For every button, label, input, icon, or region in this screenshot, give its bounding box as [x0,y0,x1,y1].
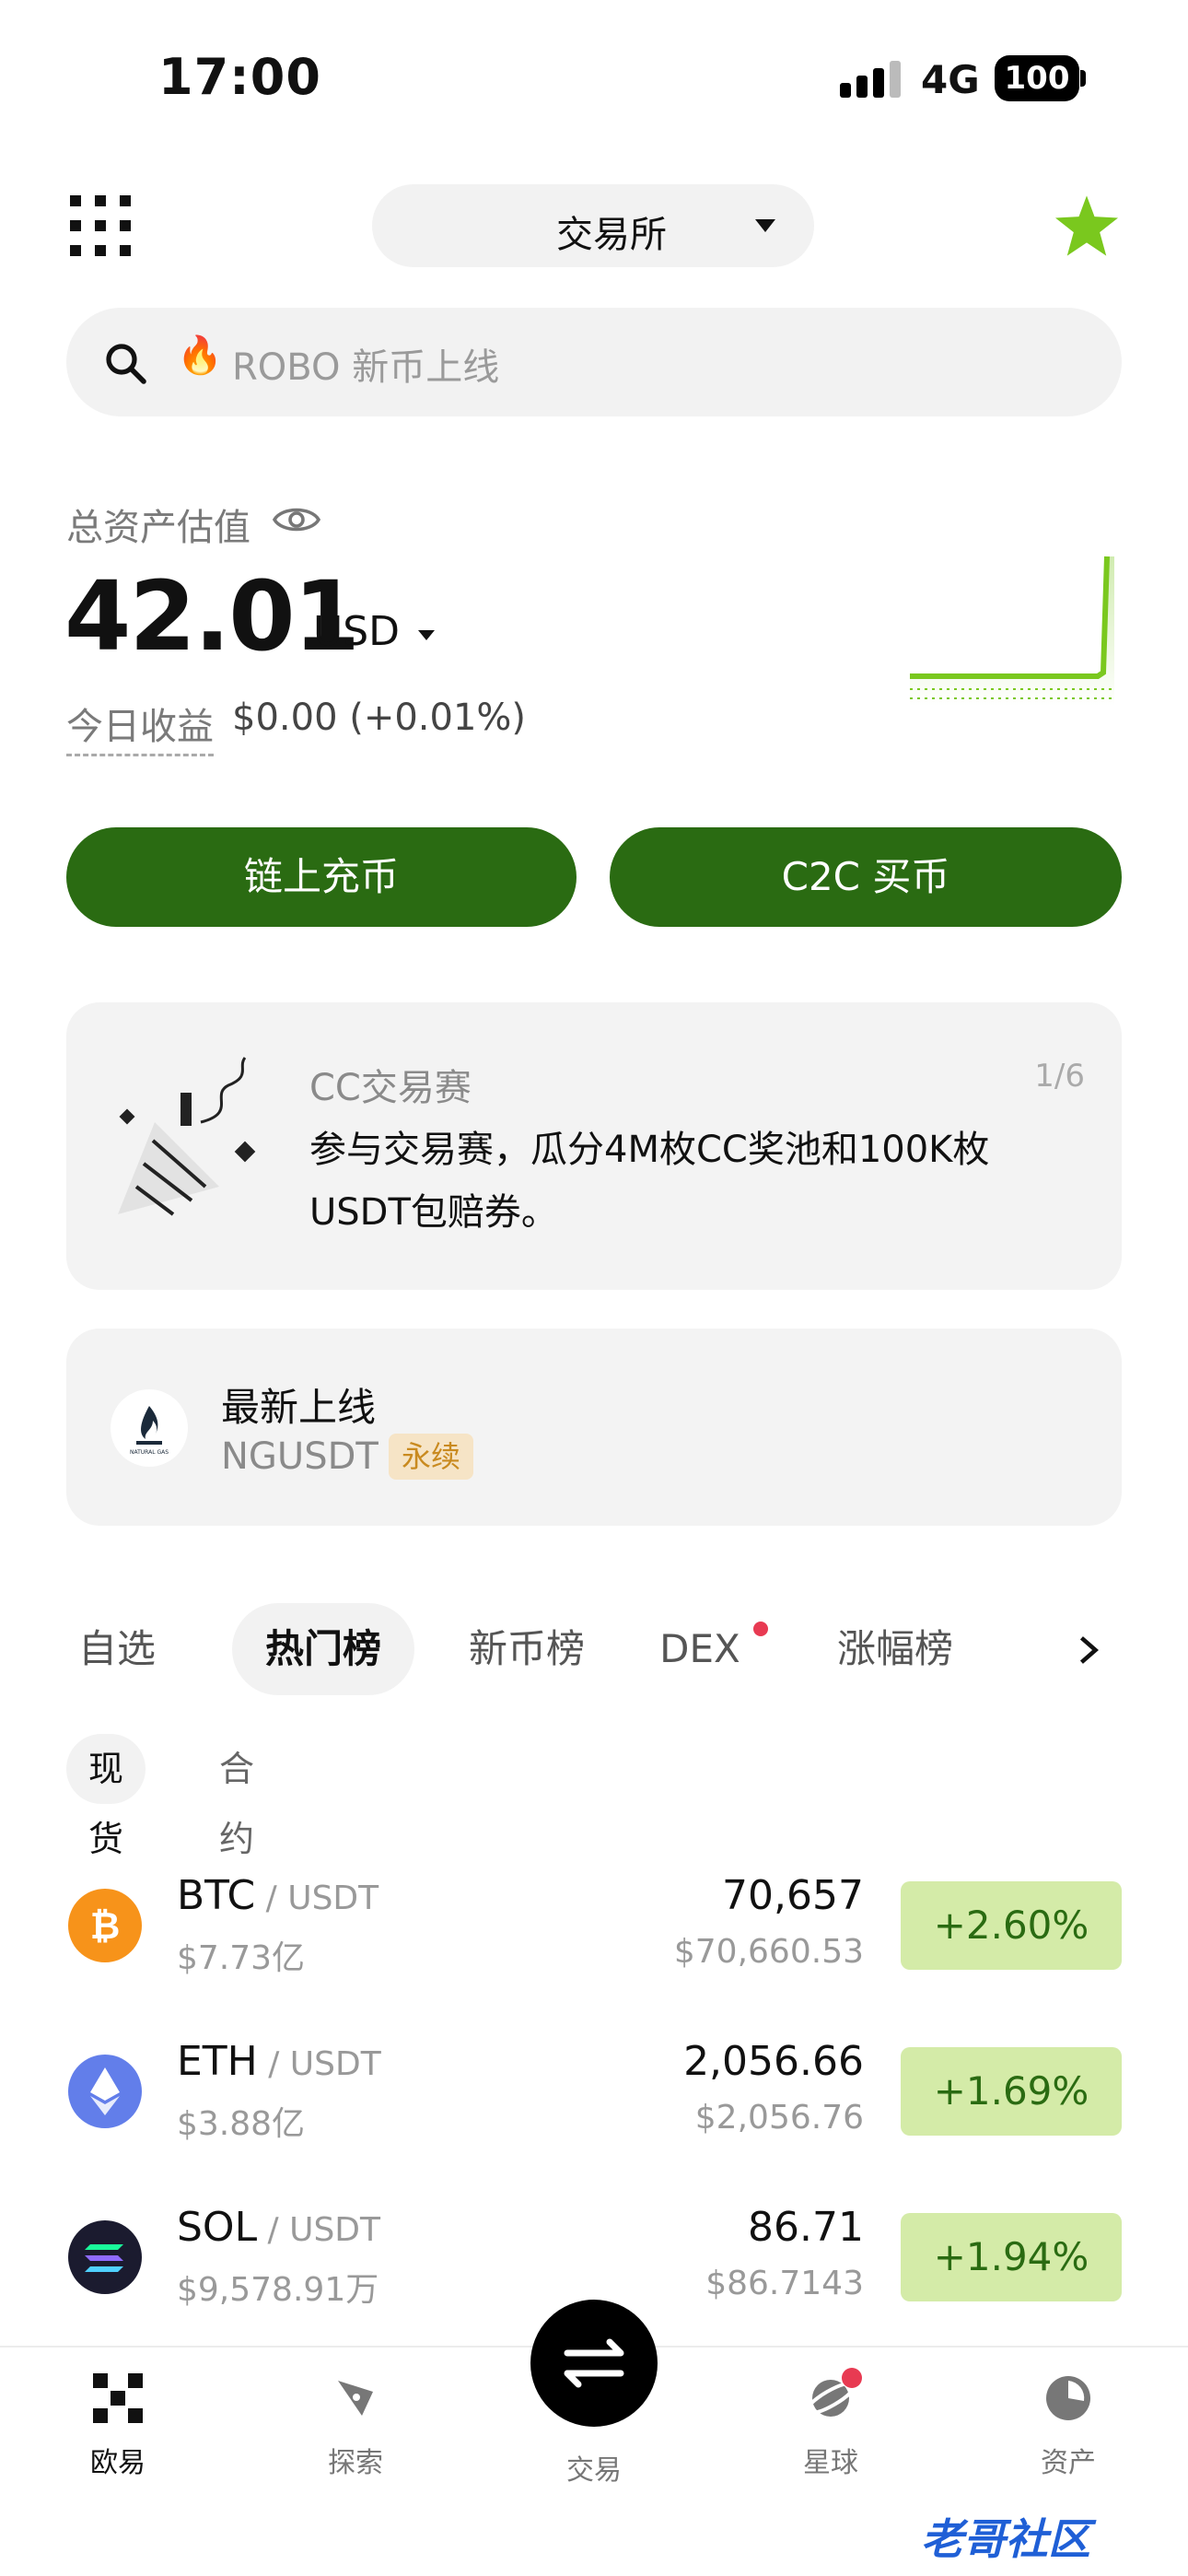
battery-icon: 100 [995,55,1079,101]
caret-down-icon[interactable] [418,630,435,640]
market-tabs: 自选 热门榜 新币榜 DEX 涨幅榜 [66,1603,1122,1695]
cellular-signal-icon [840,61,901,98]
pair-volume: $7.73亿 [177,1939,306,1977]
market-row-btc[interactable]: ₿ BTC / USDT $7.73亿 70,657 $70,660.53 +2… [66,1863,1122,1992]
pie-chart-icon [1046,2376,1090,2420]
subtab-futures[interactable]: 合约 [197,1734,276,1859]
exchange-mode-selector[interactable]: 交易所 [372,184,814,267]
eye-icon[interactable] [273,503,320,536]
search-icon [106,344,146,384]
market-row-eth[interactable]: ETH / USDT $3.88亿 2,056.66 $2,056.76 +1.… [66,2029,1122,2158]
onchain-deposit-button[interactable]: 链上充币 [66,827,577,927]
promo-title: CC交易赛 [309,1067,472,1109]
last-price: 70,657 [722,1872,864,1919]
balance-sparkline [910,556,1114,706]
logo-text: NATURAL GAS [130,1449,169,1456]
status-time: 17:00 [158,48,321,106]
price-usd: $2,056.76 [694,2099,864,2137]
new-listing-title: 最新上线 [221,1385,377,1430]
pair-name: SOL / USDT [177,2204,381,2251]
fire-icon: 🔥 [177,334,223,377]
nav-explore[interactable]: 探索 [282,2373,429,2480]
last-price: 86.71 [748,2204,864,2251]
notification-dot [842,2368,862,2388]
exchange-mode-label: 交易所 [556,214,667,256]
search-bar[interactable]: 🔥 ROBO 新币上线 [66,308,1122,416]
solana-icon [68,2220,142,2294]
caret-down-icon [755,219,775,232]
tab-new-coins[interactable]: 新币榜 [453,1603,600,1695]
pair-volume: $3.88亿 [177,2105,306,2143]
balance-currency[interactable]: USD [313,608,400,655]
new-listing-card[interactable]: NATURAL GAS 最新上线 NGUSDT 永续 [66,1329,1122,1526]
perpetual-badge: 永续 [389,1434,474,1480]
price-usd: $70,660.53 [673,1933,864,1971]
pair-volume: $9,578.91万 [177,2271,379,2309]
promo-page-indicator: 1/6 [1034,1058,1085,1095]
party-popper-illustration [118,1057,256,1216]
nav-planet[interactable]: 星球 [757,2373,904,2480]
nav-label: 探索 [328,2447,383,2479]
tab-watchlist[interactable]: 自选 [66,1603,168,1695]
swap-arrows-icon [564,2338,624,2388]
subtab-spot[interactable]: 现货 [66,1734,146,1859]
today-pnl-label[interactable]: 今日收益 [66,697,214,756]
notification-dot [753,1622,768,1636]
trade-button[interactable] [530,2300,658,2427]
watermark: 老哥社区 [921,2514,1090,2564]
flame-icon: NATURAL GAS [130,1406,169,1456]
network-type: 4G [921,57,980,102]
price-usd: $86.7143 [705,2265,864,2302]
svg-text:₿: ₿ [90,1905,121,1948]
tab-hot[interactable]: 热门榜 [232,1603,414,1695]
promo-description: 参与交易赛，瓜分4M枚CC奖池和100K枚USDT包赔券。 [309,1129,990,1234]
total-assets-label: 总资产估值 [66,507,250,549]
bitcoin-icon: ₿ [68,1889,142,1962]
search-placeholder: ROBO 新币上线 [232,346,500,389]
battery-nub [1080,70,1086,87]
today-pnl-value: $0.00 (+0.01%) [232,697,527,739]
tab-gainers[interactable]: 涨幅榜 [821,1603,969,1695]
change-percent-badge[interactable]: +1.69% [901,2047,1122,2136]
chevron-right-icon[interactable] [1077,1634,1100,1666]
last-price: 2,056.66 [683,2038,864,2085]
change-percent-badge[interactable]: +1.94% [901,2213,1122,2301]
nav-label: 欧易 [90,2447,146,2479]
promo-banner[interactable]: CC交易赛 1/6 参与交易赛，瓜分4M枚CC奖池和100K枚USDT包赔券。 [66,1002,1122,1290]
change-percent-badge[interactable]: +2.60% [901,1881,1122,1970]
okx-logo-icon [93,2373,143,2423]
pair-name: BTC / USDT [177,1872,379,1919]
nav-label: 星球 [803,2447,858,2479]
nav-assets[interactable]: 资产 [995,2373,1142,2480]
compass-icon [338,2381,373,2416]
tab-dex[interactable]: DEX [645,1603,755,1695]
nav-label: 资产 [1041,2447,1096,2479]
natural-gas-logo: NATURAL GAS [111,1389,188,1467]
status-bar: 17:00 4G 100 [0,0,1188,157]
apps-grid-icon[interactable] [70,195,131,256]
new-listing-symbol: NGUSDT [221,1435,379,1478]
nav-label: 交易 [566,2454,622,2487]
ethereum-icon [68,2055,142,2128]
nav-home[interactable]: 欧易 [44,2373,192,2480]
pair-name: ETH / USDT [177,2038,381,2085]
c2c-buy-button[interactable]: C2C 买币 [610,827,1122,927]
star-icon[interactable] [1055,195,1118,256]
